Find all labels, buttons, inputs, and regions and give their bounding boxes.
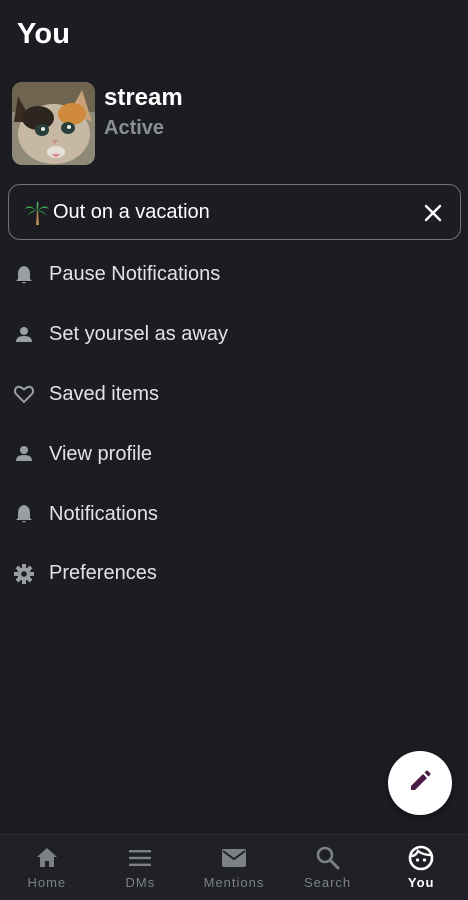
palm-tree-icon xyxy=(24,200,50,226)
person-icon xyxy=(13,324,35,346)
face-icon xyxy=(408,845,434,871)
tab-search[interactable]: Search xyxy=(281,835,375,900)
envelope-icon xyxy=(221,845,247,871)
page-title: You xyxy=(17,18,71,50)
pencil-icon xyxy=(407,768,433,799)
custom-status[interactable]: Out on a vacation xyxy=(8,184,461,240)
tab-you[interactable]: You xyxy=(374,835,468,900)
menu-item-view-profile[interactable]: View profile xyxy=(0,424,468,484)
custom-status-text: Out on a vacation xyxy=(53,201,210,223)
menu-item-set-away[interactable]: Set yoursel as away xyxy=(0,305,468,365)
bell-icon xyxy=(13,264,35,286)
settings-menu: Pause Notifications Set yoursel as away … xyxy=(0,245,468,604)
tab-mentions[interactable]: Mentions xyxy=(187,835,281,900)
tab-label: DMs xyxy=(125,875,156,890)
compose-button[interactable] xyxy=(388,751,452,815)
heart-icon xyxy=(13,383,35,405)
you-screen: You stream Active Out on a vacation Paus… xyxy=(0,0,468,900)
tab-dms[interactable]: DMs xyxy=(94,835,188,900)
home-icon xyxy=(34,845,60,871)
menu-lines-icon xyxy=(127,845,153,871)
username: stream xyxy=(104,84,183,111)
menu-item-notifications[interactable]: Notifications xyxy=(0,484,468,544)
profile-header[interactable]: stream Active xyxy=(12,82,452,166)
bottom-tab-bar: Home DMs Mentions Search You xyxy=(0,834,468,900)
menu-item-label: Notifications xyxy=(49,502,158,525)
menu-item-label: Preferences xyxy=(49,562,157,585)
menu-item-label: Saved items xyxy=(49,382,160,405)
tab-label: Search xyxy=(303,875,352,890)
tab-label: Mentions xyxy=(203,875,265,890)
avatar[interactable] xyxy=(12,82,95,165)
menu-item-preferences[interactable]: Preferences xyxy=(0,544,468,604)
gear-icon xyxy=(13,563,35,585)
bell-icon xyxy=(13,503,35,525)
menu-item-saved-items[interactable]: Saved items xyxy=(0,365,468,425)
tab-home[interactable]: Home xyxy=(0,835,94,900)
menu-item-pause-notifications[interactable]: Pause Notifications xyxy=(0,245,468,305)
tab-label: Home xyxy=(27,875,67,890)
menu-item-label: Pause Notifications xyxy=(49,263,221,286)
close-icon[interactable] xyxy=(422,202,444,224)
menu-item-label: View profile xyxy=(49,442,153,465)
person-icon xyxy=(13,443,35,465)
presence-status: Active xyxy=(104,117,165,139)
search-icon xyxy=(315,845,341,871)
tab-label: You xyxy=(407,875,435,890)
menu-item-label: Set yoursel as away xyxy=(49,323,228,346)
